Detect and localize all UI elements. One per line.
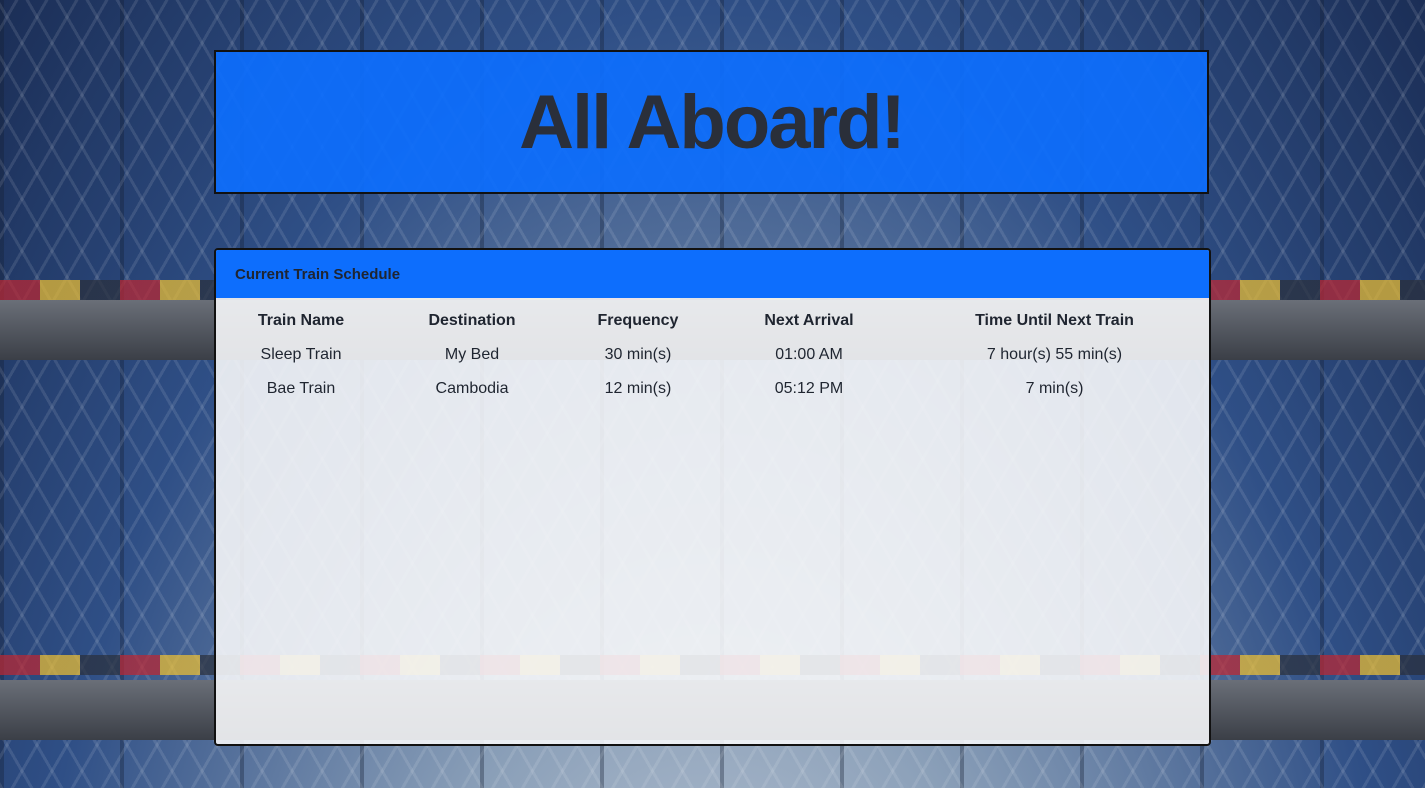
cell-next-arrival: 05:12 PM <box>774 380 844 397</box>
page-header: All Aboard! <box>214 50 1209 194</box>
cell-time-until-next-train: 7 min(s) <box>1025 380 1084 397</box>
cell-train-name: Sleep Train <box>260 346 342 363</box>
train-schedule-table: Train Name Destination Frequency Next Ar… <box>216 304 1209 406</box>
cell-train-name: Bae Train <box>266 380 336 397</box>
cell-frequency: 30 min(s) <box>604 346 672 363</box>
schedule-panel: Current Train Schedule Train Name Destin… <box>214 248 1211 746</box>
column-header-next-arrival: Next Arrival <box>764 312 854 329</box>
table-row: Sleep Train My Bed 30 min(s) 01:00 AM 7 … <box>216 338 1209 372</box>
page-title: All Aboard! <box>519 79 906 165</box>
column-header-destination: Destination <box>428 312 516 329</box>
cell-destination: My Bed <box>444 346 500 363</box>
table-row: Bae Train Cambodia 12 min(s) 05:12 PM 7 … <box>216 372 1209 406</box>
schedule-heading: Current Train Schedule <box>235 265 401 283</box>
cell-frequency: 12 min(s) <box>604 380 672 397</box>
cell-time-until-next-train: 7 hour(s) 55 min(s) <box>986 346 1123 363</box>
column-header-frequency: Frequency <box>597 312 679 329</box>
table-header-row: Train Name Destination Frequency Next Ar… <box>216 304 1209 338</box>
column-header-time-until-next-train: Time Until Next Train <box>975 312 1134 329</box>
cell-destination: Cambodia <box>435 380 509 397</box>
column-header-train-name: Train Name <box>257 312 345 329</box>
schedule-panel-heading: Current Train Schedule <box>216 250 1209 298</box>
cell-next-arrival: 01:00 AM <box>775 346 843 363</box>
